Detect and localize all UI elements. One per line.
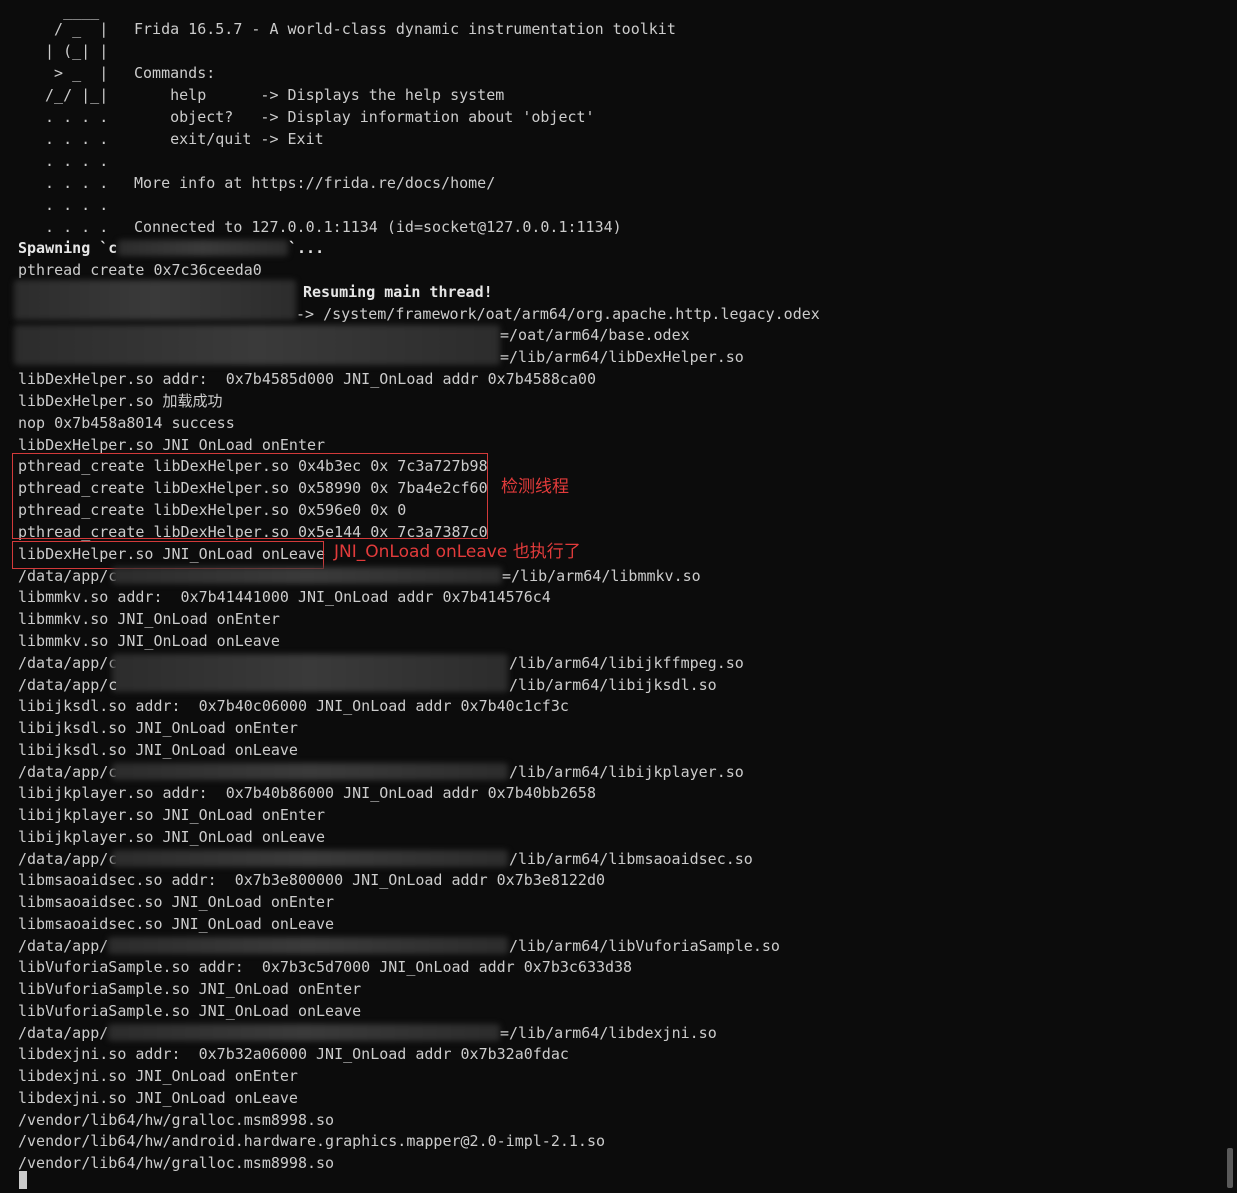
log-line: libmmkv.so addr: 0x7b41441000 JNI_OnLoad… [18, 588, 551, 606]
command-object: object? -> Display information about 'ob… [134, 108, 595, 126]
log-line: libVuforiaSample.so JNI_OnLoad onEnter [18, 980, 362, 998]
log-line: /lib/arm64/libmsaoaidsec.so [509, 850, 753, 868]
log-line: libmmkv.so JNI_OnLoad onEnter [18, 610, 280, 628]
log-line: =/lib/arm64/libDexHelper.so [500, 348, 744, 366]
log-line: -> /system/framework/oat/arm64/org.apach… [296, 305, 820, 323]
log-line: libijksdl.so addr: 0x7b40c06000 JNI_OnLo… [18, 697, 569, 715]
log-line: /vendor/lib64/hw/android.hardware.graphi… [18, 1132, 605, 1150]
log-line: libVuforiaSample.so addr: 0x7b3c5d7000 J… [18, 958, 633, 976]
command-help: help -> Displays the help system [134, 86, 505, 104]
spawning-text: Spawning `c [18, 239, 118, 257]
log-line: =/oat/arm64/base.odex [500, 326, 690, 344]
log-line: /data/app/ [18, 1024, 109, 1042]
log-line: libijkplayer.so addr: 0x7b40b86000 JNI_O… [18, 784, 596, 802]
log-line: =/lib/arm64/libmmkv.so [502, 567, 701, 585]
redacted-package [118, 240, 288, 256]
detect-threads-note: 检测线程 [501, 477, 569, 497]
log-line: libDexHelper.so addr: 0x7b4585d000 JNI_O… [18, 370, 596, 388]
log-line: /data/app/ [18, 937, 109, 955]
log-line: libmmkv.so JNI_OnLoad onLeave [18, 632, 280, 650]
spawning-suffix: `... [288, 239, 325, 257]
log-line: libdexjni.so JNI_OnLoad onLeave [18, 1089, 298, 1107]
commands-header: Commands: [134, 64, 216, 82]
log-line: libDexHelper.so 加载成功 [18, 392, 223, 410]
more-info-text: More info at https://frida.re/docs/home/ [134, 174, 496, 192]
log-line: =/lib/arm64/libdexjni.so [500, 1024, 717, 1042]
redacted-path [112, 850, 508, 867]
log-line: /data/app/c [18, 654, 118, 672]
resuming-text: Resuming main thread! [303, 283, 493, 301]
frida-title: Frida 16.5.7 - A world-class dynamic ins… [134, 20, 676, 38]
frida-logo-line: /_/ |_| [36, 86, 109, 104]
frida-logo-dots: . . . . [36, 174, 109, 192]
redacted-path [112, 567, 502, 584]
frida-logo-dots: . . . . [36, 152, 109, 170]
log-line: /data/app/c [18, 763, 118, 781]
frida-logo-dots: . . . . [36, 196, 109, 214]
log-line: libmsaoaidsec.so addr: 0x7b3e800000 JNI_… [18, 871, 605, 889]
log-line: libijksdl.so JNI_OnLoad onLeave [18, 741, 298, 759]
log-line: libdexjni.so addr: 0x7b32a06000 JNI_OnLo… [18, 1045, 569, 1063]
terminal-window[interactable]: ____ / _ | | (_| | > _ | /_/ |_| . . . .… [0, 0, 1237, 1193]
scrollbar-thumb[interactable] [1227, 1148, 1233, 1188]
redacted-path [108, 1024, 500, 1041]
log-line: /lib/arm64/libijkplayer.so [509, 763, 744, 781]
terminal-cursor[interactable] [19, 1171, 27, 1189]
frida-logo-dots: . . . . [36, 108, 109, 126]
log-line: libdexjni.so JNI_OnLoad onEnter [18, 1067, 298, 1085]
log-line: /data/app/c [18, 567, 118, 585]
log-line: nop 0x7b458a8014 success [18, 414, 235, 432]
log-line: libijkplayer.so JNI_OnLoad onLeave [18, 828, 326, 846]
redacted-path [112, 654, 508, 692]
frida-logo-line: > _ | [36, 64, 109, 82]
frida-logo-dots: . . . . [36, 218, 109, 236]
log-line: libijkplayer.so JNI_OnLoad onEnter [18, 806, 326, 824]
log-line: /lib/arm64/libVuforiaSample.so [509, 937, 780, 955]
redacted-path [108, 937, 508, 954]
onleave-note: JNI_OnLoad onLeave 也执行了 [334, 542, 581, 562]
log-line: /vendor/lib64/hw/gralloc.msm8998.so [18, 1111, 335, 1129]
log-line: libijksdl.so JNI_OnLoad onEnter [18, 719, 298, 737]
redacted-block [14, 325, 500, 365]
detect-threads-highlight-box [12, 453, 488, 539]
redacted-block [14, 280, 296, 320]
frida-logo-line: | (_| | [36, 42, 109, 60]
log-line: libmsaoaidsec.so JNI_OnLoad onLeave [18, 915, 335, 933]
redacted-path [112, 763, 508, 780]
log-line: pthread create 0x7c36ceeda0 [18, 261, 262, 279]
command-exit: exit/quit -> Exit [134, 130, 324, 148]
log-line: /lib/arm64/libijksdl.so [509, 676, 717, 694]
log-line: /vendor/lib64/hw/gralloc.msm8998.so [18, 1154, 335, 1172]
log-line: libVuforiaSample.so JNI_OnLoad onLeave [18, 1002, 362, 1020]
log-line: /lib/arm64/libijkffmpeg.so [509, 654, 744, 672]
frida-logo-dots: . . . . [36, 130, 109, 148]
log-line: /data/app/c [18, 676, 118, 694]
frida-logo-line: / _ | [36, 20, 109, 38]
log-line: /data/app/c [18, 850, 118, 868]
connected-text: Connected to 127.0.0.1:1134 (id=socket@1… [134, 218, 622, 236]
log-line: libmsaoaidsec.so JNI_OnLoad onEnter [18, 893, 335, 911]
